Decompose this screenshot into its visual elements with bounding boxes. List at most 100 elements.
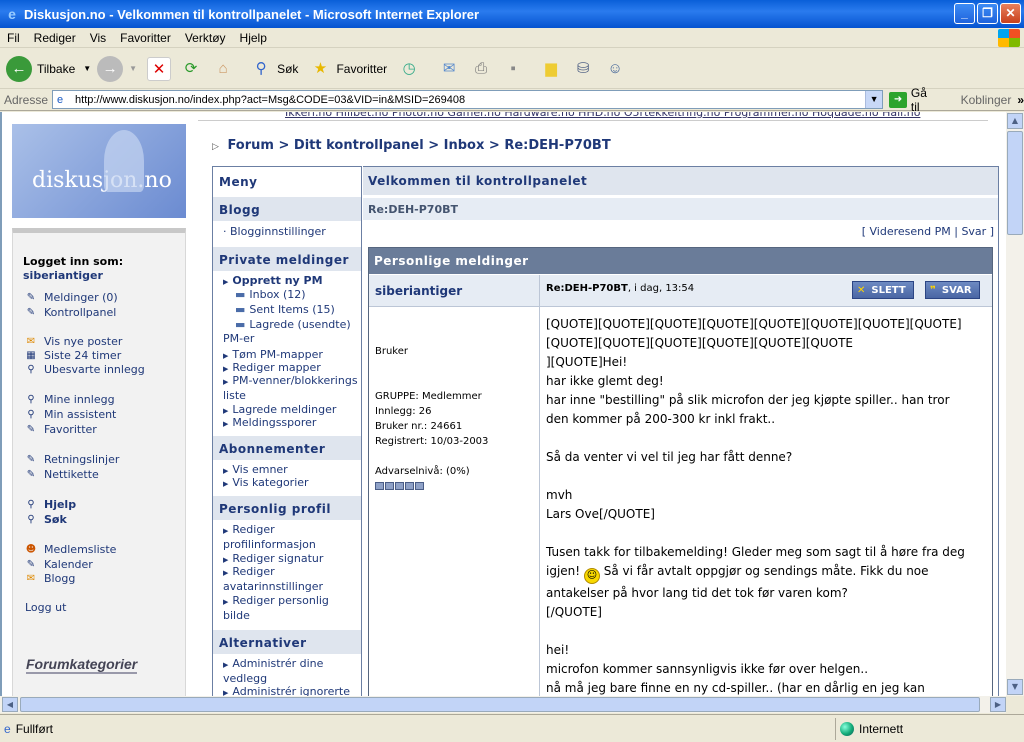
arrow-right-icon: ▶ (223, 480, 229, 488)
messenger-icon[interactable]: ☺ (603, 57, 627, 81)
guidelines-link[interactable]: ✎ Retningslinjer (23, 453, 120, 466)
arrow-right-icon: ▶ (223, 365, 229, 373)
help-link[interactable]: ⚲ Hjelp (23, 498, 76, 511)
search-button[interactable]: ⚲ Søk (245, 57, 299, 81)
menu-item-label: Opprett ny PM (232, 274, 323, 287)
back-button[interactable]: ← Tilbake ▼ (6, 55, 91, 82)
forward-dropdown-icon[interactable]: ▼ (129, 64, 137, 73)
favorites-button[interactable]: ★ Favoritter (304, 57, 387, 81)
menu-vis[interactable]: Vis (83, 31, 113, 45)
menu-item-attachments[interactable]: ▶ Administrér dine vedlegg (223, 657, 359, 686)
reply-link[interactable]: Svar (961, 225, 986, 238)
breadcrumb-cp[interactable]: Ditt kontrollpanel (294, 138, 424, 153)
menu-item-sent[interactable]: ▬ Sent Items (15) (235, 303, 371, 317)
menu-title: Meny (213, 169, 361, 193)
menu-item-ignored[interactable]: ▶ Administrér ignorerte (223, 685, 359, 696)
search-link[interactable]: ⚲ Søk (23, 513, 66, 526)
header-divider (198, 120, 988, 121)
unanswered-link[interactable]: ⚲ Ubesvarte innlegg (23, 363, 145, 376)
site-logo[interactable]: diskusjon.no (12, 124, 186, 218)
address-input[interactable]: e http://www.diskusjon.no/index.php?act=… (52, 90, 884, 109)
menu-rediger[interactable]: Rediger (27, 31, 83, 45)
arrow-right-icon: ▶ (223, 527, 229, 535)
menu-item-saved-pm[interactable]: ▬ Lagrede (usendte) PM-er (223, 318, 359, 346)
delete-button[interactable]: ✕ SLETT (852, 281, 914, 299)
netiquette-link[interactable]: ✎ Nettikette (23, 468, 99, 481)
go-button[interactable]: ➜ Gå til (889, 86, 938, 114)
history-icon[interactable]: ◷ (397, 57, 421, 81)
menu-item-buddies[interactable]: ▶ PM-venner/blokkeringsliste (223, 374, 359, 403)
refresh-icon[interactable]: ⟳ (179, 57, 203, 81)
unanswered-label: Ubesvarte innlegg (44, 363, 145, 376)
edit-icon[interactable]: ▪ (501, 57, 525, 81)
forum-categories-heading[interactable]: Forumkategorier (26, 656, 138, 674)
vertical-scroll-thumb[interactable] (1007, 131, 1023, 235)
messages-link[interactable]: ✎ Meldinger (0) (23, 291, 118, 304)
top-site-links[interactable]: Ikkerl.no Hilibet.no Photor.no Gamer.no … (285, 112, 985, 120)
back-dropdown-icon[interactable]: ▼ (83, 64, 91, 73)
go-arrow-icon: ➜ (889, 91, 907, 108)
breadcrumb-inbox[interactable]: Inbox (444, 138, 485, 153)
stop-icon[interactable]: ✕ (147, 56, 172, 81)
pencil-icon: ✎ (26, 558, 36, 570)
research-icon[interactable]: ⛁ (571, 57, 595, 81)
new-posts-link[interactable]: ✉ Vis nye poster (23, 335, 123, 348)
menu-item-label: Administrér ignorerte (232, 685, 351, 696)
menu-verktoy[interactable]: Verktøy (178, 31, 233, 45)
main-panel: Velkommen til kontrollpanelet Re:DEH-P70… (363, 166, 999, 696)
print-icon[interactable]: ⎙ (469, 57, 493, 81)
logout-link[interactable]: Logg ut (25, 601, 66, 614)
status-bar: e Fullført Internett (0, 714, 1024, 742)
folder-icon: ▬ (235, 303, 246, 316)
menu-item-label: Rediger personlig bilde (223, 594, 329, 622)
mail-icon[interactable]: ✉ (437, 57, 461, 81)
close-button[interactable]: ✕ (1000, 3, 1021, 24)
calendar-link[interactable]: ✎ Kalender (23, 558, 93, 571)
last24-link[interactable]: ▦ Siste 24 timer (23, 349, 121, 362)
menu-item-blogginnstillinger[interactable]: · Blogginnstillinger (223, 225, 359, 239)
assistant-link[interactable]: ⚲ Min assistent (23, 408, 116, 421)
menu-item-inbox[interactable]: ▬ Inbox (12) (235, 288, 371, 302)
scroll-right-icon[interactable]: ▶ (990, 697, 1006, 712)
menu-item-profile-info[interactable]: ▶ Rediger profilinformasjon (223, 523, 359, 552)
home-icon[interactable]: ⌂ (211, 57, 235, 81)
menu-item-tracker[interactable]: ▶ Meldingssporer (223, 416, 359, 431)
horizontal-scroll-thumb[interactable] (20, 697, 980, 712)
globe-icon (840, 721, 854, 736)
chevron-right-icon[interactable]: » (1017, 93, 1024, 107)
my-posts-link[interactable]: ⚲ Mine innlegg (23, 393, 114, 406)
address-url: http://www.diskusjon.no/index.php?act=Ms… (75, 93, 466, 106)
pm-heading: Personlige meldinger (369, 248, 992, 274)
blog-link[interactable]: ✉ Blogg (23, 572, 76, 585)
menu-hjelp[interactable]: Hjelp (233, 31, 274, 45)
menu-item-avatar[interactable]: ▶ Rediger avatarinnstillinger (223, 565, 359, 594)
address-dropdown-icon[interactable]: ▼ (865, 91, 883, 108)
scroll-up-icon[interactable]: ▲ (1007, 113, 1023, 129)
menu-favoritter[interactable]: Favoritter (113, 31, 178, 45)
scroll-down-icon[interactable]: ▼ (1007, 679, 1023, 695)
horizontal-scrollbar[interactable]: ◀ ▶ (0, 696, 1006, 713)
vertical-scrollbar[interactable]: ▲ ▼ (1006, 112, 1024, 696)
forward-pm-link[interactable]: Videresend PM (870, 225, 951, 238)
breadcrumb-forum[interactable]: Forum (227, 138, 274, 153)
author-name[interactable]: siberiantiger (375, 284, 462, 298)
welcome-heading: Velkommen til kontrollpanelet (363, 167, 998, 195)
envelope-icon: ✉ (26, 572, 36, 584)
menu-item-photo[interactable]: ▶ Rediger personlig bilde (223, 594, 359, 623)
minimize-button[interactable]: _ (954, 3, 975, 24)
menu-item-categories[interactable]: ▶ Vis kategorier (223, 476, 359, 491)
reply-button[interactable]: ❞ SVAR (925, 281, 980, 299)
menu-fil[interactable]: Fil (0, 31, 27, 45)
guidelines-label: Retningslinjer (44, 453, 120, 466)
controlpanel-link[interactable]: ✎ Kontrollpanel (23, 306, 117, 319)
links-label[interactable]: Koblinger (961, 93, 1012, 107)
window-titlebar[interactable]: e Diskusjon.no - Velkommen til kontrollp… (0, 0, 1024, 28)
forward-button[interactable]: → ▼ (97, 55, 137, 82)
favorites-link[interactable]: ✎ Favoritter (23, 423, 97, 436)
maximize-button[interactable]: ❐ (977, 3, 998, 24)
menu-item-new-pm[interactable]: ▶ Opprett ny PM (223, 274, 359, 289)
username-link[interactable]: siberiantiger (23, 269, 103, 282)
memberlist-link[interactable]: ☻ Medlemsliste (23, 543, 117, 556)
scroll-left-icon[interactable]: ◀ (2, 697, 18, 712)
note-icon[interactable]: ▆ (539, 57, 563, 81)
